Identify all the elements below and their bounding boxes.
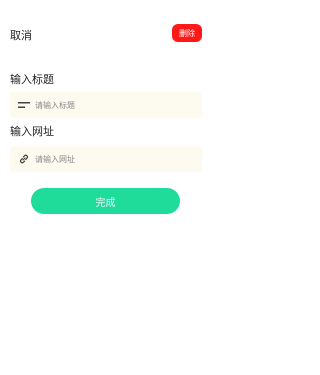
cancel-button[interactable]: 取消 (10, 29, 32, 43)
url-field[interactable] (10, 146, 202, 172)
top-bar: 取消 删除 (0, 0, 211, 70)
done-button[interactable]: 完成 (31, 188, 180, 214)
title-section-label: 输入标题 (10, 73, 54, 86)
title-input[interactable] (35, 100, 185, 110)
url-input[interactable] (35, 154, 185, 164)
url-section-label: 输入网址 (10, 125, 54, 138)
lines-icon (16, 97, 32, 113)
delete-button[interactable]: 删除 (172, 24, 202, 42)
title-field[interactable] (10, 92, 202, 118)
link-icon (16, 151, 32, 167)
